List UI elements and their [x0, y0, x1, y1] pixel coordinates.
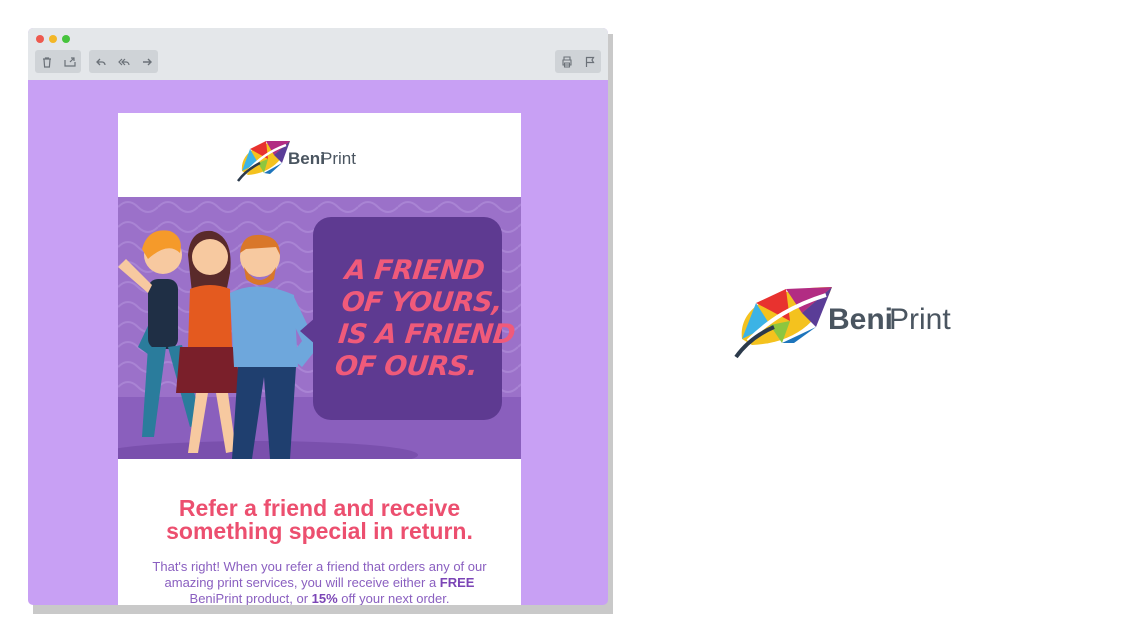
- window-titlebar: [28, 28, 608, 80]
- minimize-window-button[interactable]: [49, 35, 57, 43]
- reply-icon[interactable]: [89, 50, 112, 73]
- email-body: Beni Print A FRIEND OF YOURS, IS A FRIEN…: [118, 113, 521, 605]
- brand-name-bold: Beni: [288, 149, 325, 168]
- body-text-part-3: off your next order.: [337, 591, 450, 605]
- bubble-line: OF YOURS,: [340, 287, 504, 318]
- toolbar-group-manage: [35, 50, 81, 73]
- leaf-logo-icon: [734, 287, 832, 359]
- printer-icon[interactable]: [555, 50, 578, 73]
- brand-name-light: Print: [889, 303, 951, 336]
- flag-icon[interactable]: [578, 50, 601, 73]
- body-text-part-2: BeniPrint product, or: [189, 591, 312, 605]
- free-highlight: FREE: [439, 575, 475, 590]
- bubble-line: OF OURS.: [333, 351, 479, 382]
- reply-all-icon[interactable]: [112, 50, 135, 73]
- email-client-window: Beni Print A FRIEND OF YOURS, IS A FRIEN…: [28, 28, 608, 605]
- bubble-line: IS A FRIEND: [336, 319, 517, 350]
- brand-name-light: Print: [321, 149, 356, 168]
- headline-line-1: Refer a friend and receive: [178, 495, 461, 521]
- toolbar-group-reply: [89, 50, 158, 73]
- hero-banner: A FRIEND OF YOURS, IS A FRIEND OF OURS.: [118, 197, 521, 459]
- body-text-part-1: That's right! When you refer a friend th…: [152, 559, 487, 590]
- leaf-logo-icon: [237, 141, 290, 182]
- trash-icon[interactable]: [35, 50, 58, 73]
- beniprint-logo: Beni Print: [237, 141, 356, 182]
- headline-line-2: something special in return.: [166, 518, 473, 544]
- toolbar-group-actions: [555, 50, 601, 73]
- speech-bubble-text: A FRIEND OF YOURS, IS A FRIEND OF OURS.: [333, 255, 517, 383]
- email-body-text: That's right! When you refer a friend th…: [146, 559, 493, 605]
- bubble-line: A FRIEND: [343, 255, 486, 286]
- brand-name-bold: Beni: [828, 303, 893, 336]
- close-window-button[interactable]: [36, 35, 44, 43]
- forward-icon[interactable]: [135, 50, 158, 73]
- email-header: Beni Print: [118, 113, 521, 197]
- folder-move-icon[interactable]: [58, 50, 81, 73]
- email-headline: Refer a friend and receive something spe…: [118, 497, 521, 543]
- beniprint-large-logo: Beni Print: [734, 287, 951, 359]
- maximize-window-button[interactable]: [62, 35, 70, 43]
- percent-highlight: 15%: [311, 591, 338, 605]
